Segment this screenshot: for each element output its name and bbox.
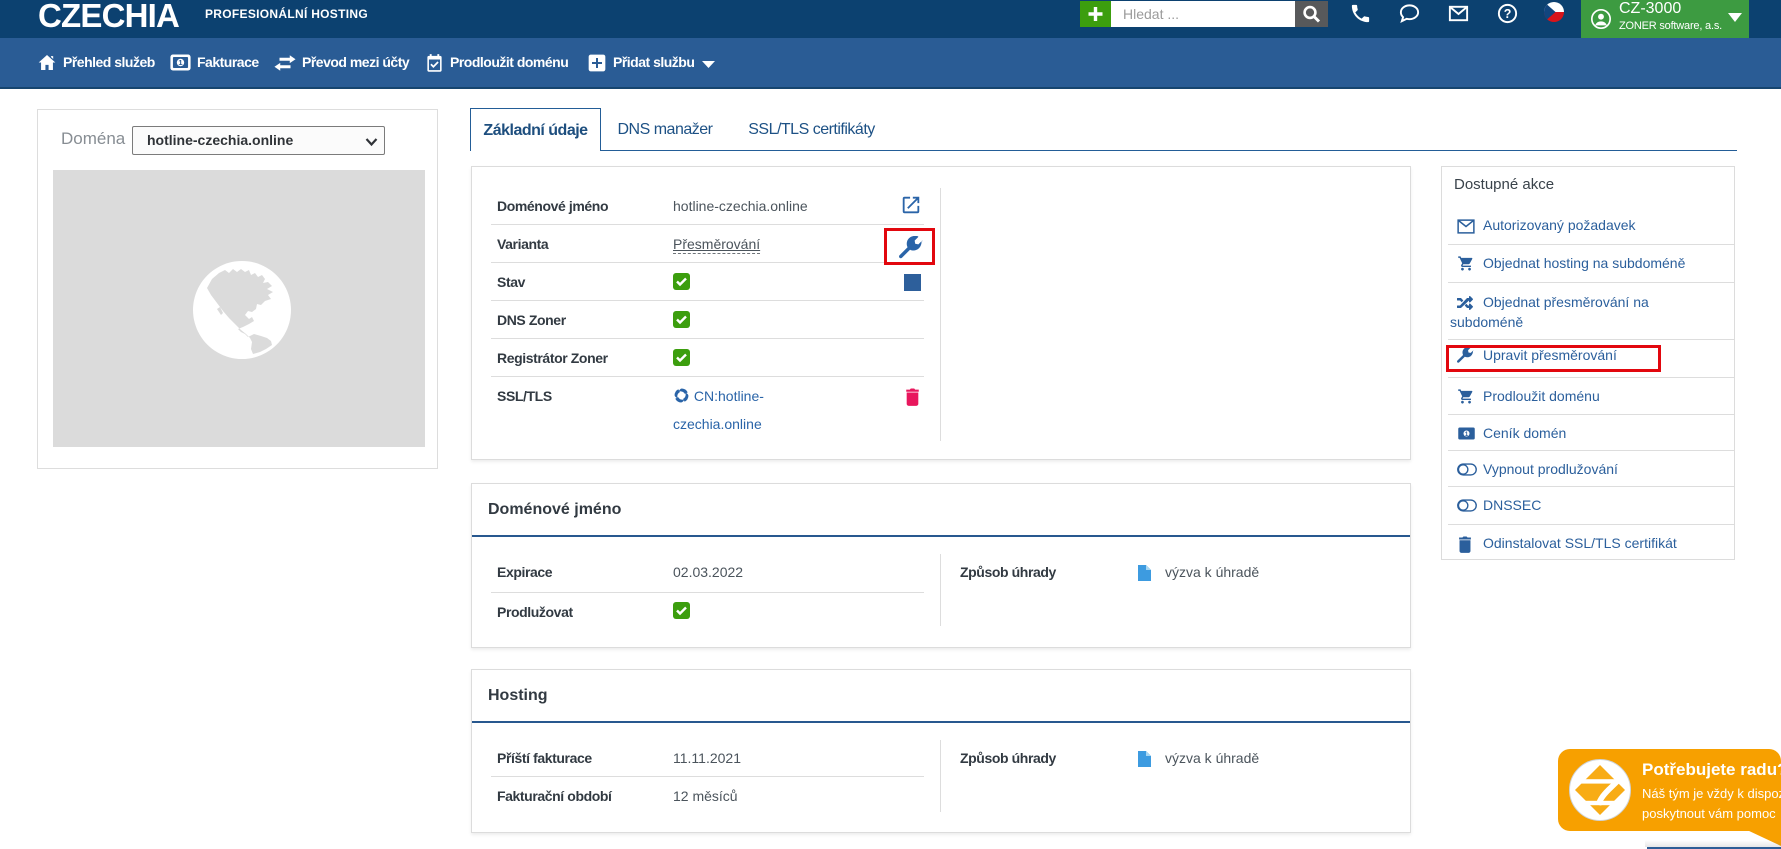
svg-text:?: ?: [1504, 7, 1512, 21]
svg-text:1: 1: [178, 58, 182, 67]
